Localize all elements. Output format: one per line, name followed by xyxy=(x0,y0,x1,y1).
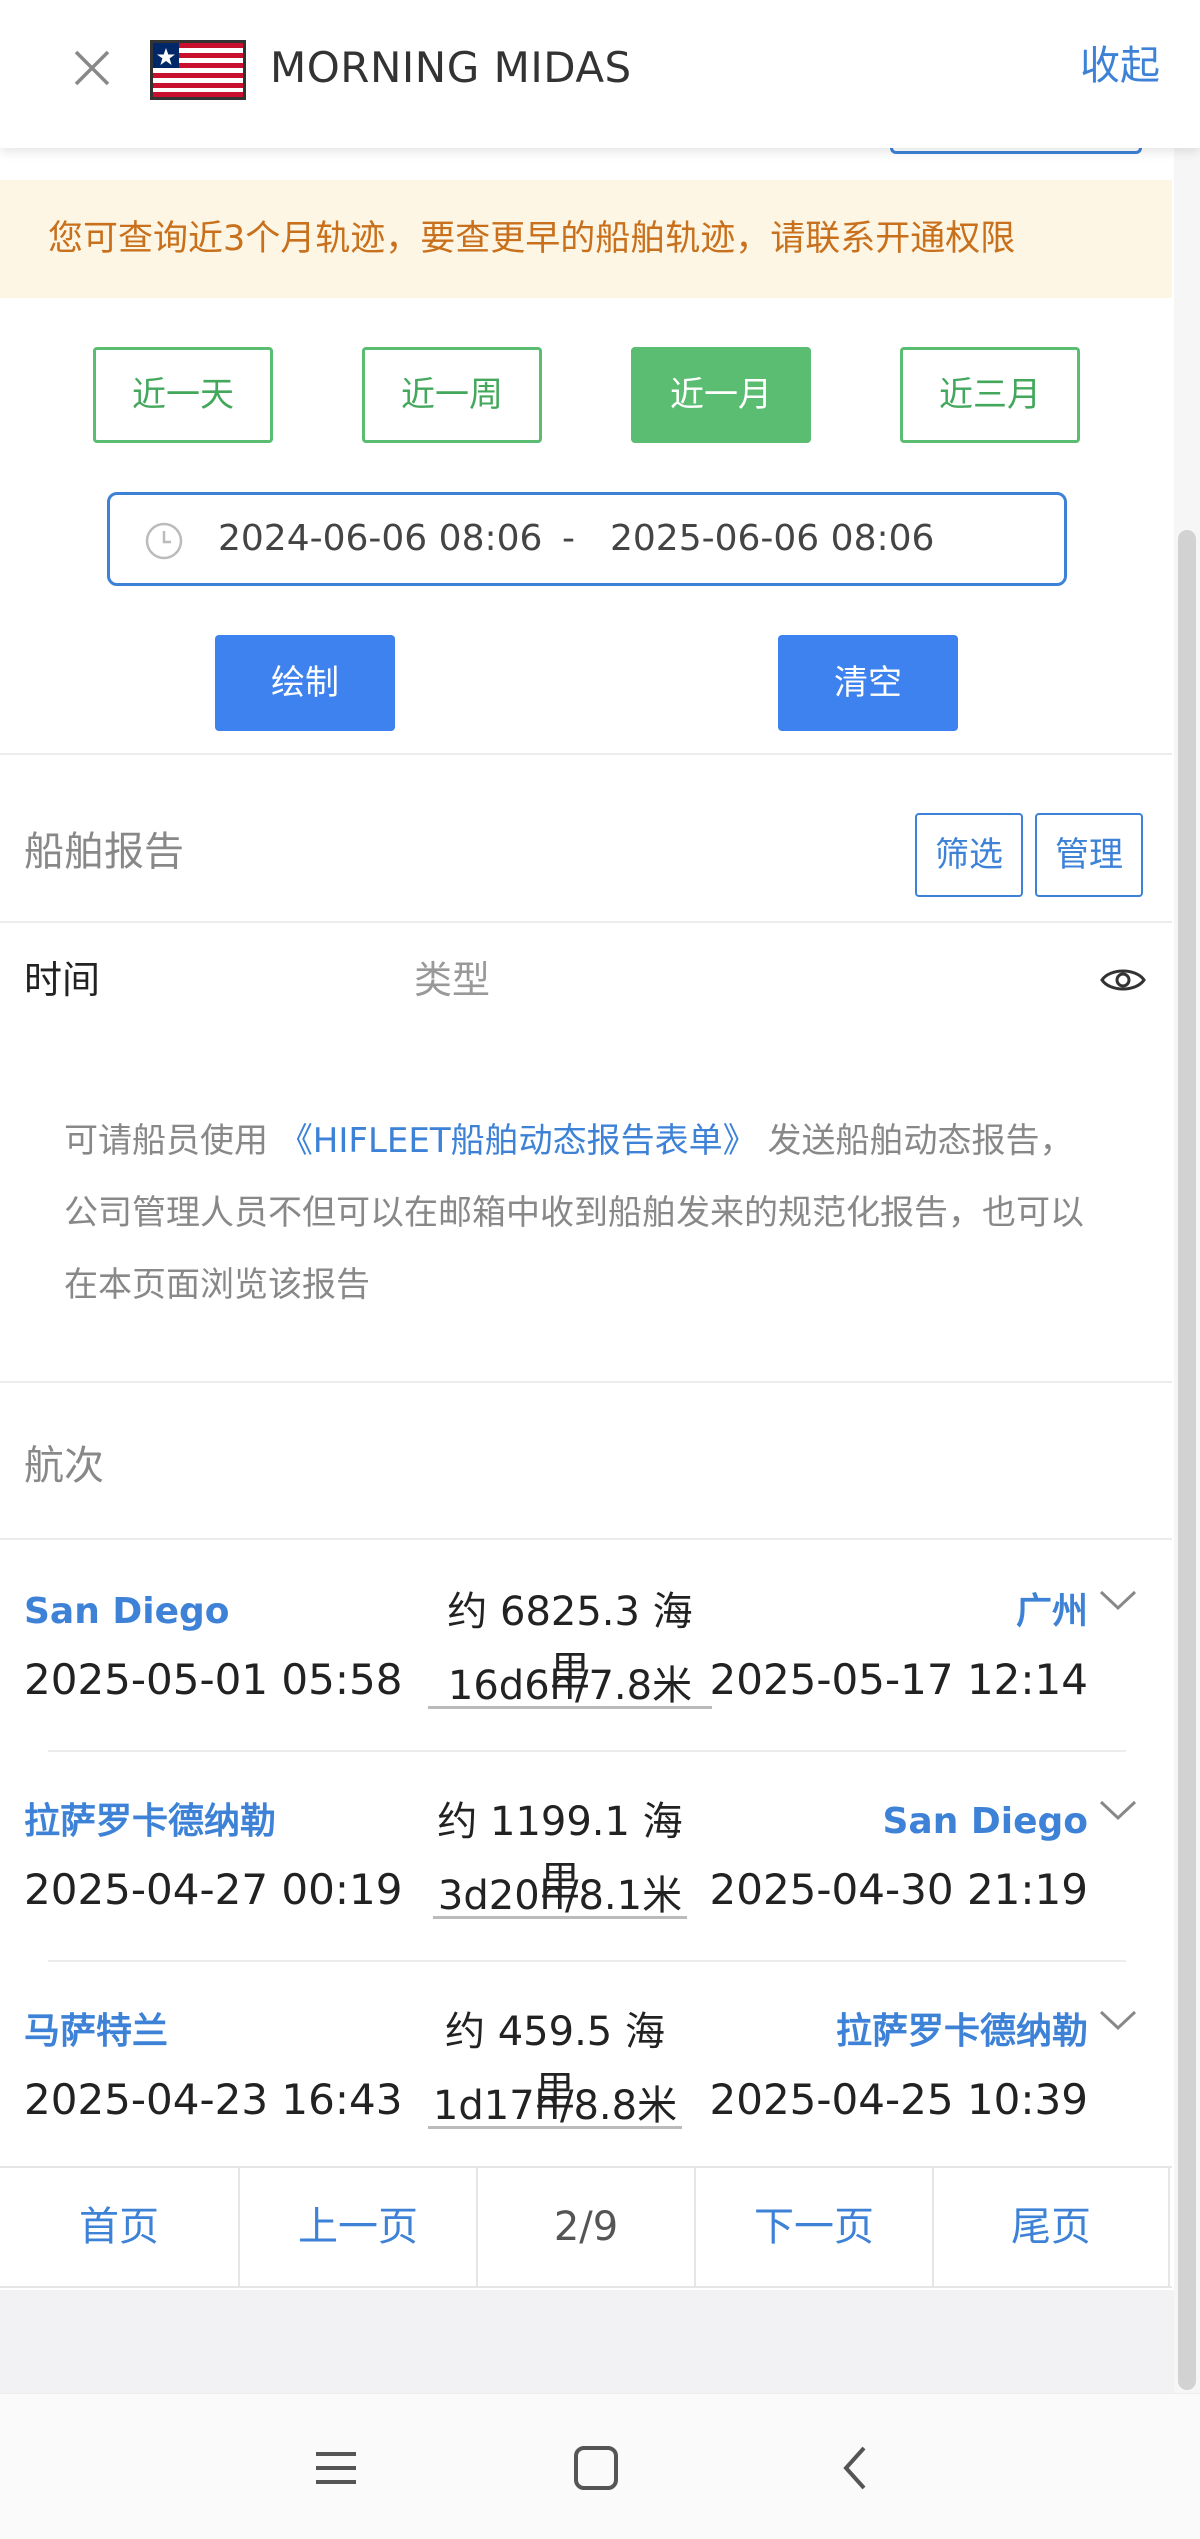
permission-notice: 您可查询近3个月轨迹，要查更早的船舶轨迹，请联系开通权限 xyxy=(0,180,1172,298)
voyage-to-time: 2025-05-17 12:14 xyxy=(709,1655,1088,1704)
chevron-down-icon[interactable] xyxy=(1098,2006,1138,2036)
liberia-flag-icon xyxy=(150,40,246,100)
draw-button[interactable]: 绘制 xyxy=(215,635,395,731)
info-prefix: 可请船员使用 xyxy=(64,1121,268,1161)
prev-page-button[interactable]: 上一页 xyxy=(240,2168,478,2286)
top-header: MORNING MIDAS 收起 xyxy=(0,0,1200,148)
divider xyxy=(0,921,1172,923)
home-icon[interactable] xyxy=(566,2438,626,2498)
clock-icon xyxy=(145,522,183,560)
clear-button[interactable]: 清空 xyxy=(778,635,958,731)
report-form-link[interactable]: 《HIFLEET船舶动态报告表单》 xyxy=(279,1121,757,1161)
chevron-down-icon[interactable] xyxy=(1098,1796,1138,1826)
vessel-track-page: MORNING MIDAS 收起 您可查询近3个月轨迹，要查更早的船舶轨迹，请联… xyxy=(0,0,1200,2539)
voyage-from-time: 2025-05-01 05:58 xyxy=(24,1655,403,1704)
date-separator: - xyxy=(562,518,575,559)
row-separator xyxy=(48,1750,1126,1752)
column-time: 时间 xyxy=(24,958,101,1002)
voyage-row[interactable]: San Diego 2025-05-01 05:58 约 6825.3 海里 1… xyxy=(0,1582,1172,1792)
row-separator xyxy=(48,1960,1126,1962)
voyage-from-port[interactable]: San Diego xyxy=(24,1582,230,1642)
last-page-button[interactable]: 尾页 xyxy=(934,2168,1170,2286)
range-1-week-button[interactable]: 近一周 xyxy=(362,347,542,443)
next-page-button[interactable]: 下一页 xyxy=(696,2168,934,2286)
back-icon[interactable] xyxy=(826,2438,886,2498)
voyage-row[interactable]: 拉萨罗卡德纳勒 2025-04-27 00:19 约 1199.1 海里 3d2… xyxy=(0,1792,1172,2002)
system-nav-bar xyxy=(0,2393,1200,2539)
start-date[interactable]: 2024-06-06 08:06 xyxy=(218,495,542,583)
range-1-day-button[interactable]: 近一天 xyxy=(93,347,273,443)
voyage-from-port[interactable]: 马萨特兰 xyxy=(24,2002,168,2062)
first-page-button[interactable]: 首页 xyxy=(0,2168,240,2286)
chevron-down-icon[interactable] xyxy=(1098,1586,1138,1616)
report-info-text: 可请船员使用 《HIFLEET船舶动态报告表单》 发送船舶动态报告，公司管理人员… xyxy=(64,1105,1104,1321)
manage-button[interactable]: 管理 xyxy=(1035,813,1143,897)
voyage-to-port[interactable]: San Diego xyxy=(882,1792,1088,1852)
page-indicator: 2/9 xyxy=(478,2168,696,2286)
end-date[interactable]: 2025-06-06 08:06 xyxy=(610,495,934,583)
vessel-name: MORNING MIDAS xyxy=(270,43,632,92)
bottom-blank-area xyxy=(0,2290,1174,2393)
voyage-to-port[interactable]: 拉萨罗卡德纳勒 xyxy=(836,2002,1088,2062)
voyage-to-time: 2025-04-30 21:19 xyxy=(709,1865,1088,1914)
divider xyxy=(0,1538,1172,1540)
voyage-duration: 16d6h/7.8米 xyxy=(447,1663,693,1709)
collapse-button[interactable]: 收起 xyxy=(1080,36,1160,96)
menu-icon[interactable] xyxy=(306,2438,366,2498)
voyage-duration: 3d20h/8.1米 xyxy=(437,1873,683,1919)
voyage-duration: 1d17h/8.8米 xyxy=(432,2083,678,2129)
voyage-to-port[interactable]: 广州 xyxy=(1016,1582,1088,1642)
voyage-from-port[interactable]: 拉萨罗卡德纳勒 xyxy=(24,1792,276,1852)
voyage-from-time: 2025-04-23 16:43 xyxy=(24,2075,403,2124)
pagination: 首页 上一页 2/9 下一页 尾页 xyxy=(0,2166,1172,2288)
divider xyxy=(0,753,1172,755)
range-1-month-button[interactable]: 近一月 xyxy=(631,347,811,443)
voyage-title: 航次 xyxy=(24,1443,104,1489)
filter-button[interactable]: 筛选 xyxy=(915,813,1023,897)
scrollbar-thumb[interactable] xyxy=(1178,530,1196,2390)
close-icon[interactable] xyxy=(62,38,122,98)
column-type: 类型 xyxy=(414,958,491,1002)
range-3-month-button[interactable]: 近三月 xyxy=(900,347,1080,443)
report-title: 船舶报告 xyxy=(24,829,184,875)
voyage-to-time: 2025-04-25 10:39 xyxy=(709,2075,1088,2124)
eye-icon[interactable] xyxy=(1100,960,1146,1000)
voyage-from-time: 2025-04-27 00:19 xyxy=(24,1865,403,1914)
divider xyxy=(0,1381,1172,1383)
date-range-picker[interactable]: 2024-06-06 08:06 - 2025-06-06 08:06 xyxy=(107,492,1067,586)
